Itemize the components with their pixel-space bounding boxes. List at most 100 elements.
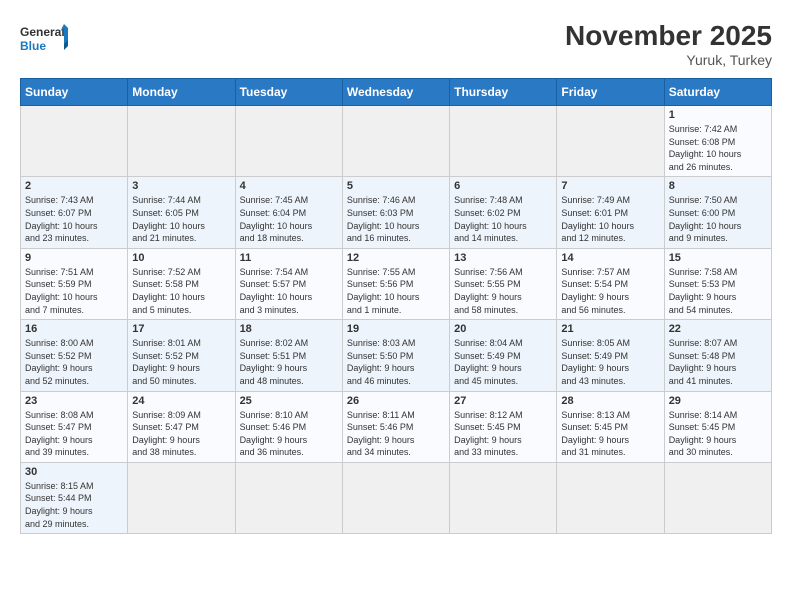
- calendar-cell: 17 Sunrise: 8:01 AM Sunset: 5:52 PM Dayli…: [128, 320, 235, 391]
- calendar-cell: 3Sunrise: 7:44 AM Sunset: 6:05 PM Daylig…: [128, 177, 235, 248]
- day-number: 29: [669, 395, 767, 407]
- weekday-tuesday: Tuesday: [235, 79, 342, 106]
- day-number: 1: [669, 109, 767, 121]
- day-info: Sunrise: 7:43 AM Sunset: 6:07 PM Dayligh…: [25, 194, 123, 244]
- calendar-cell: [664, 462, 771, 533]
- calendar-cell: 29Sunrise: 8:14 AM Sunset: 5:45 PM Dayli…: [664, 391, 771, 462]
- day-info: Sunrise: 8:00 AM Sunset: 5:52 PM Dayligh…: [25, 337, 123, 387]
- calendar-cell: [342, 106, 449, 177]
- weekday-wednesday: Wednesday: [342, 79, 449, 106]
- week-row-1: 2Sunrise: 7:43 AM Sunset: 6:07 PM Daylig…: [21, 177, 772, 248]
- location: Yuruk, Turkey: [565, 52, 772, 68]
- day-number: 5: [347, 180, 445, 192]
- day-info: Sunrise: 8:07 AM Sunset: 5:48 PM Dayligh…: [669, 337, 767, 387]
- calendar-cell: 16 Sunrise: 8:00 AM Sunset: 5:52 PM Dayli…: [21, 320, 128, 391]
- calendar-cell: 4Sunrise: 7:45 AM Sunset: 6:04 PM Daylig…: [235, 177, 342, 248]
- day-info: Sunrise: 7:57 AM Sunset: 5:54 PM Dayligh…: [561, 266, 659, 316]
- day-info: Sunrise: 8:08 AM Sunset: 5:47 PM Dayligh…: [25, 409, 123, 459]
- calendar-cell: 8 Sunrise: 7:50 AM Sunset: 6:00 PM Daylig…: [664, 177, 771, 248]
- day-number: 22: [669, 323, 767, 335]
- day-info: Sunrise: 8:02 AM Sunset: 5:51 PM Dayligh…: [240, 337, 338, 387]
- day-number: 27: [454, 395, 552, 407]
- calendar-cell: 6 Sunrise: 7:48 AM Sunset: 6:02 PM Daylig…: [450, 177, 557, 248]
- day-number: 3: [132, 180, 230, 192]
- calendar-cell: 26 Sunrise: 8:11 AM Sunset: 5:46 PM Dayli…: [342, 391, 449, 462]
- week-row-5: 30Sunrise: 8:15 AM Sunset: 5:44 PM Dayli…: [21, 462, 772, 533]
- calendar-cell: 14 Sunrise: 7:57 AM Sunset: 5:54 PM Dayli…: [557, 248, 664, 319]
- day-number: 17: [132, 323, 230, 335]
- day-info: Sunrise: 7:42 AM Sunset: 6:08 PM Dayligh…: [669, 123, 767, 173]
- calendar-cell: 18Sunrise: 8:02 AM Sunset: 5:51 PM Dayli…: [235, 320, 342, 391]
- calendar-cell: [450, 462, 557, 533]
- calendar-cell: [342, 462, 449, 533]
- day-info: Sunrise: 8:01 AM Sunset: 5:52 PM Dayligh…: [132, 337, 230, 387]
- day-number: 21: [561, 323, 659, 335]
- day-info: Sunrise: 7:50 AM Sunset: 6:00 PM Dayligh…: [669, 194, 767, 244]
- calendar-cell: 21Sunrise: 8:05 AM Sunset: 5:49 PM Dayli…: [557, 320, 664, 391]
- calendar-cell: 11 Sunrise: 7:54 AM Sunset: 5:57 PM Dayli…: [235, 248, 342, 319]
- day-number: 13: [454, 252, 552, 264]
- day-number: 6: [454, 180, 552, 192]
- day-info: Sunrise: 8:03 AM Sunset: 5:50 PM Dayligh…: [347, 337, 445, 387]
- week-row-3: 16 Sunrise: 8:00 AM Sunset: 5:52 PM Dayli…: [21, 320, 772, 391]
- day-number: 8: [669, 180, 767, 192]
- calendar-cell: 30Sunrise: 8:15 AM Sunset: 5:44 PM Dayli…: [21, 462, 128, 533]
- day-number: 25: [240, 395, 338, 407]
- calendar-cell: 19Sunrise: 8:03 AM Sunset: 5:50 PM Dayli…: [342, 320, 449, 391]
- weekday-sunday: Sunday: [21, 79, 128, 106]
- weekday-monday: Monday: [128, 79, 235, 106]
- day-info: Sunrise: 8:10 AM Sunset: 5:46 PM Dayligh…: [240, 409, 338, 459]
- calendar-cell: [128, 106, 235, 177]
- logo: General Blue: [20, 20, 76, 64]
- calendar-cell: [128, 462, 235, 533]
- month-year: November 2025: [565, 20, 772, 52]
- calendar-cell: 2Sunrise: 7:43 AM Sunset: 6:07 PM Daylig…: [21, 177, 128, 248]
- day-number: 10: [132, 252, 230, 264]
- day-number: 24: [132, 395, 230, 407]
- day-info: Sunrise: 8:09 AM Sunset: 5:47 PM Dayligh…: [132, 409, 230, 459]
- calendar-cell: 12Sunrise: 7:55 AM Sunset: 5:56 PM Dayli…: [342, 248, 449, 319]
- day-info: Sunrise: 7:51 AM Sunset: 5:59 PM Dayligh…: [25, 266, 123, 316]
- weekday-saturday: Saturday: [664, 79, 771, 106]
- day-number: 15: [669, 252, 767, 264]
- calendar-cell: [450, 106, 557, 177]
- calendar-cell: 10Sunrise: 7:52 AM Sunset: 5:58 PM Dayli…: [128, 248, 235, 319]
- day-number: 14: [561, 252, 659, 264]
- day-info: Sunrise: 8:11 AM Sunset: 5:46 PM Dayligh…: [347, 409, 445, 459]
- day-info: Sunrise: 7:58 AM Sunset: 5:53 PM Dayligh…: [669, 266, 767, 316]
- calendar-cell: 7Sunrise: 7:49 AM Sunset: 6:01 PM Daylig…: [557, 177, 664, 248]
- svg-text:Blue: Blue: [20, 39, 46, 53]
- day-info: Sunrise: 8:04 AM Sunset: 5:49 PM Dayligh…: [454, 337, 552, 387]
- day-info: Sunrise: 8:13 AM Sunset: 5:45 PM Dayligh…: [561, 409, 659, 459]
- day-number: 11: [240, 252, 338, 264]
- calendar-cell: 5Sunrise: 7:46 AM Sunset: 6:03 PM Daylig…: [342, 177, 449, 248]
- calendar-cell: 20 Sunrise: 8:04 AM Sunset: 5:49 PM Dayli…: [450, 320, 557, 391]
- calendar-cell: [235, 106, 342, 177]
- calendar-cell: 25 Sunrise: 8:10 AM Sunset: 5:46 PM Dayli…: [235, 391, 342, 462]
- day-info: Sunrise: 7:49 AM Sunset: 6:01 PM Dayligh…: [561, 194, 659, 244]
- day-number: 20: [454, 323, 552, 335]
- week-row-0: 1 Sunrise: 7:42 AM Sunset: 6:08 PM Daylig…: [21, 106, 772, 177]
- day-info: Sunrise: 7:54 AM Sunset: 5:57 PM Dayligh…: [240, 266, 338, 316]
- day-info: Sunrise: 7:56 AM Sunset: 5:55 PM Dayligh…: [454, 266, 552, 316]
- weekday-thursday: Thursday: [450, 79, 557, 106]
- day-info: Sunrise: 7:48 AM Sunset: 6:02 PM Dayligh…: [454, 194, 552, 244]
- day-number: 9: [25, 252, 123, 264]
- weekday-header-row: SundayMondayTuesdayWednesdayThursdayFrid…: [21, 79, 772, 106]
- weekday-friday: Friday: [557, 79, 664, 106]
- day-number: 28: [561, 395, 659, 407]
- calendar-cell: 13 Sunrise: 7:56 AM Sunset: 5:55 PM Dayli…: [450, 248, 557, 319]
- calendar-cell: [557, 462, 664, 533]
- calendar-cell: 27Sunrise: 8:12 AM Sunset: 5:45 PM Dayli…: [450, 391, 557, 462]
- day-number: 26: [347, 395, 445, 407]
- page-header: General Blue November 2025 Yuruk, Turkey: [20, 20, 772, 68]
- calendar-cell: 15 Sunrise: 7:58 AM Sunset: 5:53 PM Dayli…: [664, 248, 771, 319]
- day-info: Sunrise: 8:15 AM Sunset: 5:44 PM Dayligh…: [25, 480, 123, 530]
- day-number: 16: [25, 323, 123, 335]
- day-info: Sunrise: 7:55 AM Sunset: 5:56 PM Dayligh…: [347, 266, 445, 316]
- week-row-4: 23Sunrise: 8:08 AM Sunset: 5:47 PM Dayli…: [21, 391, 772, 462]
- calendar-table: SundayMondayTuesdayWednesdayThursdayFrid…: [20, 78, 772, 534]
- week-row-2: 9 Sunrise: 7:51 AM Sunset: 5:59 PM Daylig…: [21, 248, 772, 319]
- svg-text:General: General: [20, 25, 65, 39]
- calendar-cell: 23Sunrise: 8:08 AM Sunset: 5:47 PM Dayli…: [21, 391, 128, 462]
